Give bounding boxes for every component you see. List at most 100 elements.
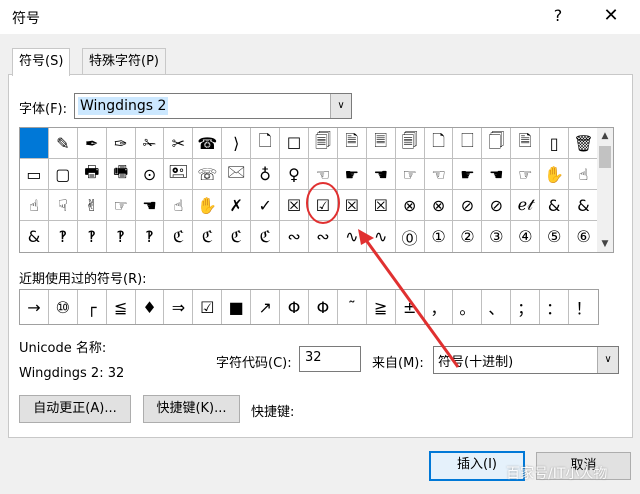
chevron-down-icon[interactable]: ∨ — [597, 347, 618, 373]
symbol-cell[interactable]: 🗑 — [569, 128, 598, 159]
symbol-cell[interactable]: 🖂 — [222, 159, 252, 190]
scroll-up-icon[interactable]: ▲ — [597, 128, 613, 144]
symbol-cell[interactable]: ▢ — [48, 159, 78, 190]
autocorrect-button[interactable]: 自动更正(A)... — [19, 395, 131, 423]
recent-symbol-cell[interactable]: ☑ — [193, 290, 223, 324]
recent-symbols[interactable]: → ⑩ ┌ ≦ ♦ ⇒ ☑ ■ ↗ Φ Φ ˜ ≧ ±，。、；：！ — [19, 289, 599, 325]
symbol-cell[interactable]: ⊘ — [482, 190, 512, 221]
symbol-cell[interactable]: ‽ — [78, 221, 107, 252]
symbol-cell[interactable]: ⊗ — [424, 190, 454, 221]
symbol-cell[interactable]: ⊘ — [453, 190, 483, 221]
symbol-cell[interactable]: ☝ — [164, 190, 194, 221]
symbol-cell[interactable]: ▭ — [20, 159, 49, 190]
symbol-cell[interactable]: 🗋 — [251, 128, 281, 159]
shortcut-key-button[interactable]: 快捷键(K)... — [143, 395, 240, 423]
symbol-cell[interactable]: & — [569, 190, 598, 221]
symbol-cell[interactable]: ℭ — [193, 221, 223, 252]
recent-symbol-cell[interactable]: → — [20, 290, 49, 324]
recent-symbol-cell[interactable]: ↗ — [251, 290, 281, 324]
chevron-down-icon[interactable]: ∨ — [330, 94, 351, 118]
recent-symbol-cell[interactable]: ˜ — [338, 290, 367, 324]
symbol-cell[interactable]: ℭ — [164, 221, 194, 252]
help-icon[interactable]: ? — [546, 6, 570, 28]
symbol-cell[interactable]: ✁ — [135, 128, 165, 159]
symbol-cell[interactable]: 🗐 — [395, 128, 425, 159]
symbol-cell[interactable]: 🖶 — [77, 159, 107, 190]
symbol-cell[interactable]: ☒ — [280, 190, 309, 221]
symbol-cell[interactable]: 🗏 — [366, 128, 396, 159]
recent-symbol-cell[interactable]: ■ — [222, 290, 252, 324]
symbol-cell[interactable]: ✗ — [222, 190, 252, 221]
symbol-cell[interactable]: 🗌 — [453, 128, 483, 159]
symbol-cell[interactable]: ☏ — [193, 159, 223, 190]
recent-symbol-cell[interactable]: ≧ — [367, 290, 396, 324]
symbol-cell[interactable]: ☞ — [106, 190, 136, 221]
symbol-cell[interactable]: ☚ — [482, 159, 512, 190]
symbol-cell[interactable]: ⊗ — [395, 190, 425, 221]
symbol-cell[interactable]: 🗋 — [424, 128, 454, 159]
symbol-cell[interactable]: ✎ — [48, 128, 78, 159]
symbol-cell[interactable]: ⑥ — [569, 221, 598, 252]
recent-symbol-cell[interactable]: ⑩ — [49, 290, 78, 324]
recent-symbol-cell[interactable]: ┌ — [78, 290, 107, 324]
tab-symbols[interactable]: 符号(S) — [12, 48, 71, 76]
scroll-thumb[interactable] — [599, 146, 611, 168]
symbol-cell[interactable]: ⟩ — [222, 128, 252, 159]
recent-symbol-cell[interactable]: ， — [425, 290, 454, 324]
symbol-cell[interactable]: ♀ — [280, 159, 309, 190]
symbol-cell[interactable]: 🗎 — [337, 128, 367, 159]
grid-scrollbar[interactable]: ▲ ▼ — [597, 127, 614, 253]
symbol-grid[interactable]: ✎ ✒ ✑ ✁ ✂ ☎ ⟩ 🗋 ☐ 🗐 🗎 🗏 🗐 🗋 🗌 🗍 🗎 ▯ 🗑 ▭ ▢ 🖶 🖷 ⊙ 🖭 ☏ 🖂 ♁ ♀ ☜ ☛ ☚ ☞ ☜ ☛ ☚ ☞ ✋ ☝ ☝… — [19, 127, 599, 253]
symbol-cell[interactable]: ☛ — [337, 159, 367, 190]
symbol-cell[interactable]: ℭ — [222, 221, 252, 252]
symbol-cell[interactable]: ▯ — [540, 128, 570, 159]
tab-special-chars[interactable]: 特殊字符(P) — [82, 48, 166, 75]
symbol-cell[interactable]: ∾ — [280, 221, 309, 252]
symbol-cell[interactable]: ✓ — [251, 190, 281, 221]
symbol-cell[interactable]: ℭ — [251, 221, 281, 252]
symbol-cell[interactable]: ∾ — [309, 221, 338, 252]
symbol-cell[interactable]: ✑ — [106, 128, 136, 159]
symbol-cell[interactable]: 🖷 — [106, 159, 136, 190]
symbol-cell[interactable]: ⊙ — [135, 159, 165, 190]
symbol-cell[interactable]: ☞ — [395, 159, 425, 190]
symbol-cell[interactable]: ③ — [482, 221, 512, 252]
symbol-cell[interactable]: ∿ — [338, 221, 367, 252]
symbol-cell[interactable]: & — [20, 221, 49, 252]
recent-symbol-cell[interactable]: 、 — [482, 290, 512, 324]
symbol-cell[interactable]: ✋ — [540, 159, 570, 190]
symbol-cell[interactable]: ☝ — [20, 190, 49, 221]
symbol-cell[interactable]: 🗍 — [482, 128, 512, 159]
symbol-cell[interactable]: ☝ — [569, 159, 598, 190]
symbol-cell[interactable]: ① — [425, 221, 454, 252]
symbol-cell[interactable]: ☜ — [424, 159, 454, 190]
symbol-cell[interactable]: ☎ — [193, 128, 223, 159]
recent-symbol-cell[interactable]: ± — [396, 290, 425, 324]
symbol-cell[interactable]: ☜ — [308, 159, 338, 190]
symbol-cell[interactable]: ☞ — [511, 159, 541, 190]
symbol-cell[interactable]: ☒ — [366, 190, 396, 221]
recent-symbol-cell[interactable]: 。 — [453, 290, 483, 324]
symbol-cell[interactable]: ② — [453, 221, 483, 252]
symbol-cell[interactable]: ✂ — [164, 128, 194, 159]
recent-symbol-cell[interactable]: ； — [511, 290, 541, 324]
recent-symbol-cell[interactable]: ♦ — [136, 290, 165, 324]
recent-symbol-cell[interactable]: Φ — [280, 290, 309, 324]
symbol-cell[interactable]: ‽ — [107, 221, 136, 252]
symbol-cell[interactable]: ☑ — [308, 190, 338, 221]
symbol-cell[interactable]: ✒ — [77, 128, 107, 159]
symbol-cell[interactable]: ∿ — [367, 221, 396, 252]
close-icon[interactable]: ✕ — [598, 5, 624, 29]
symbol-cell[interactable]: ④ — [511, 221, 541, 252]
symbol-cell[interactable]: ☚ — [366, 159, 396, 190]
symbol-cell[interactable]: ✋ — [193, 190, 223, 221]
recent-symbol-cell[interactable]: ： — [540, 290, 570, 324]
symbol-cell[interactable]: & — [540, 190, 570, 221]
symbol-cell[interactable]: ☐ — [280, 128, 309, 159]
recent-symbol-cell[interactable]: Φ — [309, 290, 338, 324]
char-code-field[interactable]: 32 — [299, 346, 361, 372]
recent-symbol-cell[interactable]: ≦ — [107, 290, 136, 324]
symbol-cell[interactable]: 🖭 — [164, 159, 194, 190]
symbol-cell[interactable]: ✌ — [77, 190, 107, 221]
symbol-cell[interactable]: 🗐 — [308, 128, 338, 159]
